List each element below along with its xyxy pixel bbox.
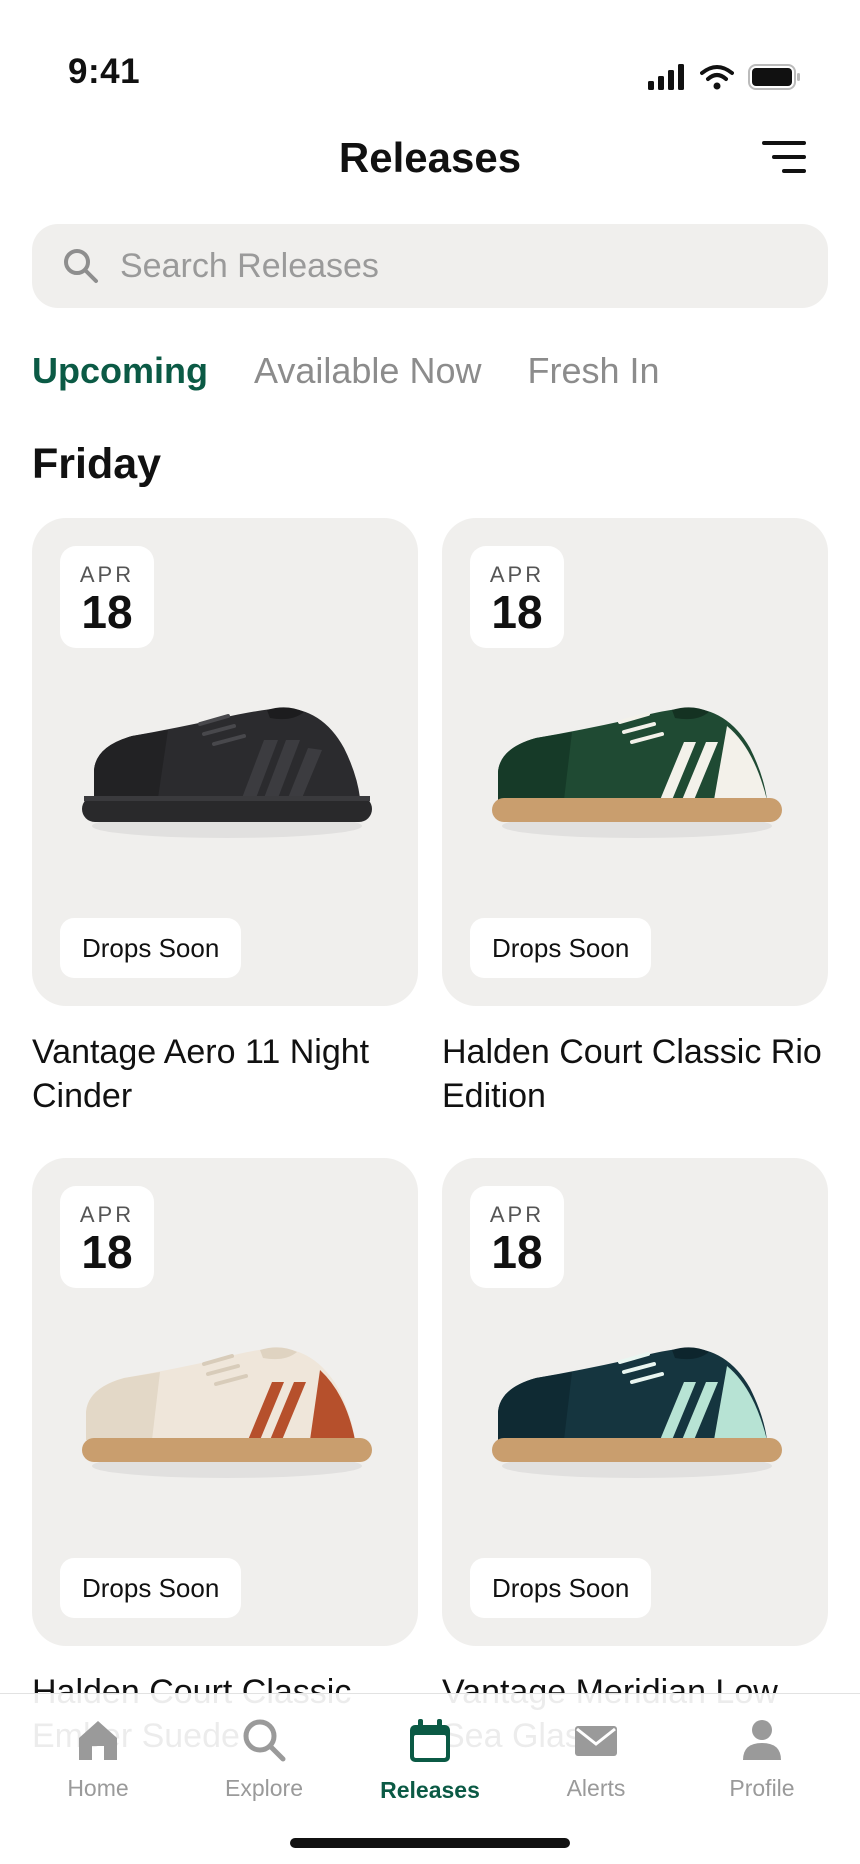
nav-profile-label: Profile (729, 1775, 795, 1801)
cellular-signal-icon (648, 64, 684, 90)
release-month: APR (79, 562, 135, 587)
release-month: APR (489, 1202, 545, 1227)
tab-fresh-in[interactable]: Fresh In (527, 350, 659, 392)
search-icon (243, 1719, 286, 1762)
release-date-badge: APR 18 (470, 546, 564, 648)
release-date-badge: APR 18 (60, 546, 154, 648)
nav-home-label: Home (67, 1775, 129, 1801)
sneaker-image (492, 707, 782, 838)
status-pill: Drops Soon (470, 1558, 652, 1618)
product-image-panel: APR 18 Drops Soon (32, 1158, 418, 1646)
status-pill: Drops Soon (470, 918, 652, 978)
release-date-badge: APR 18 (60, 1186, 154, 1288)
release-day: 18 (81, 586, 133, 638)
release-day: 18 (491, 586, 543, 638)
release-date-badge: APR 18 (470, 1186, 564, 1288)
sneaker-image (82, 707, 372, 838)
product-card[interactable]: APR 18 Drops Soon Halden Court Classic R… (442, 518, 828, 1118)
status-icons (648, 64, 802, 90)
search-input[interactable] (120, 246, 770, 286)
nav-releases[interactable]: Releases (360, 1718, 500, 1804)
page-header: Releases (0, 128, 860, 188)
nav-explore[interactable]: Explore (194, 1718, 334, 1802)
tab-available-now[interactable]: Available Now (254, 350, 481, 392)
product-image-panel: APR 18 Drops Soon (442, 518, 828, 1006)
release-tabs: Upcoming Available Now Fresh In (32, 350, 660, 392)
sneaker-image (492, 1347, 782, 1478)
product-card[interactable]: APR 18 Drops Soon Halden Court Classic E… (32, 1158, 418, 1758)
product-image-panel: APR 18 Drops Soon (32, 518, 418, 1006)
release-month: APR (79, 1202, 135, 1227)
nav-explore-label: Explore (225, 1775, 303, 1801)
status-bar: 9:41 (0, 0, 860, 110)
release-day: 18 (81, 1226, 133, 1278)
home-indicator[interactable] (290, 1838, 570, 1848)
product-card[interactable]: APR 18 Drops Soon Vantage Aero 11 Night … (32, 518, 418, 1118)
product-image-panel: APR 18 Drops Soon (442, 1158, 828, 1646)
sneaker-image (82, 1347, 372, 1478)
nav-releases-label: Releases (380, 1777, 480, 1803)
release-month: APR (489, 562, 545, 587)
product-name: Halden Court Classic Rio Edition (442, 1033, 822, 1115)
nav-profile[interactable]: Profile (692, 1718, 832, 1802)
home-icon (79, 1721, 117, 1760)
person-icon (743, 1720, 781, 1760)
filter-lines-icon (762, 141, 806, 173)
release-day: 18 (491, 1226, 543, 1278)
section-title: Friday (32, 440, 162, 488)
filter-menu-button[interactable] (760, 138, 808, 178)
page-title: Releases (338, 134, 522, 181)
search-icon (64, 249, 98, 283)
nav-home[interactable]: Home (28, 1718, 168, 1802)
battery-icon (748, 64, 800, 90)
search-bar[interactable] (32, 224, 828, 308)
mail-icon (575, 1726, 617, 1756)
wifi-icon (700, 65, 734, 90)
product-card[interactable]: APR 18 Drops Soon Vantage Meridian Low S… (442, 1158, 828, 1758)
status-pill: Drops Soon (60, 918, 242, 978)
status-time: 9:41 (68, 52, 141, 91)
nav-alerts[interactable]: Alerts (526, 1718, 666, 1802)
product-name: Vantage Aero 11 Night Cinder (32, 1033, 370, 1115)
nav-alerts-label: Alerts (566, 1775, 626, 1801)
tab-upcoming[interactable]: Upcoming (32, 350, 208, 392)
status-pill: Drops Soon (60, 1558, 242, 1618)
calendar-icon (410, 1719, 450, 1762)
